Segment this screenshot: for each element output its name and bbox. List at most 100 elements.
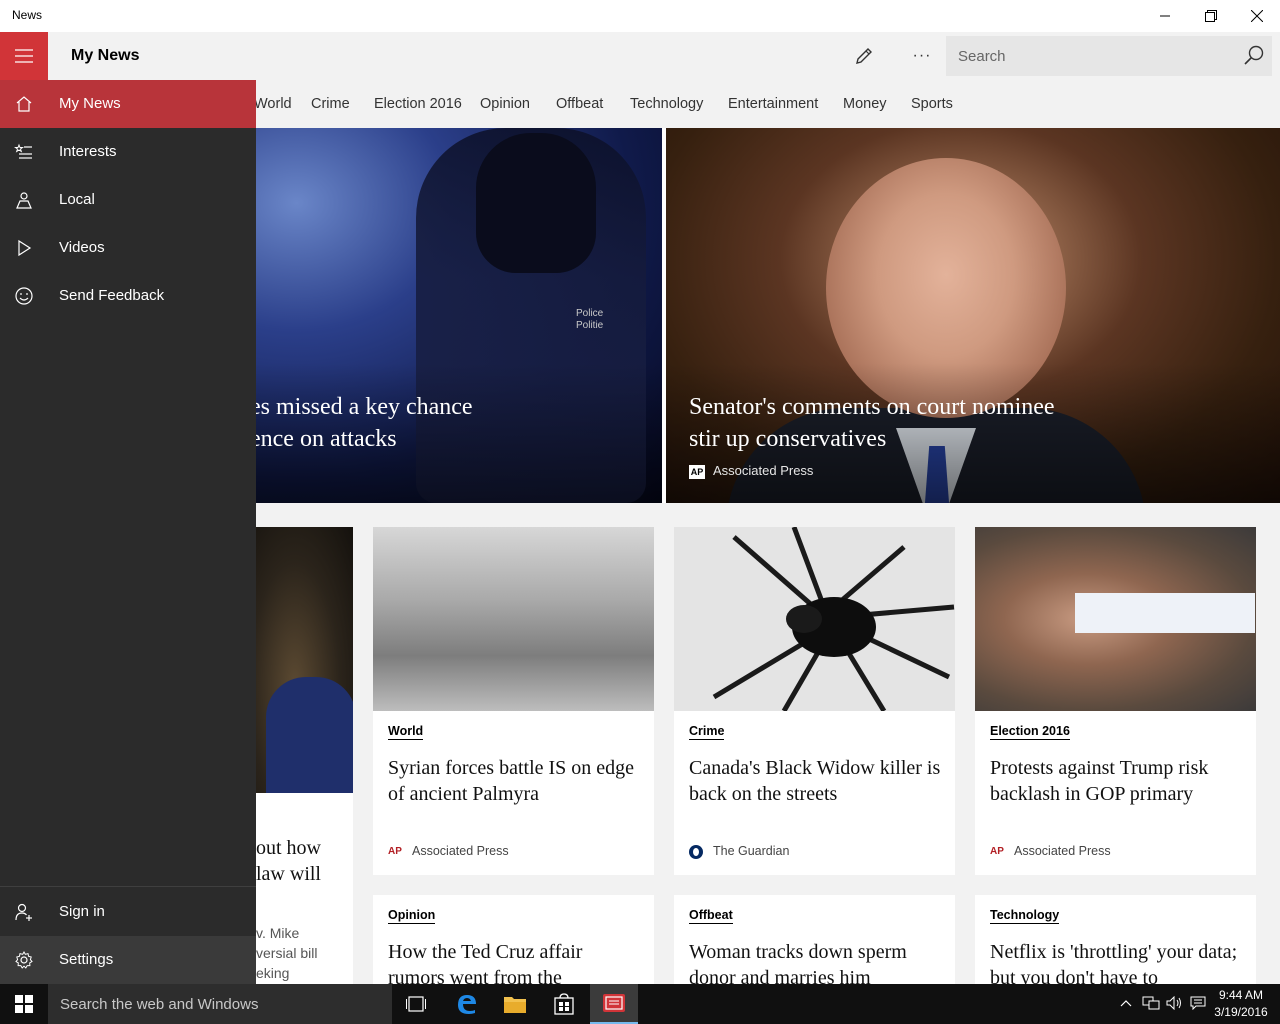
pencil-icon xyxy=(856,48,872,64)
edit-button[interactable] xyxy=(842,32,886,80)
clock-time: 9:44 AM xyxy=(1218,988,1264,1002)
task-view-button[interactable] xyxy=(392,984,440,1024)
chevron-up-icon xyxy=(1120,1000,1132,1007)
hamburger-icon xyxy=(15,49,33,63)
partial-story-card[interactable]: out how law will v. Mike versial bill ek… xyxy=(256,527,353,987)
tab-money[interactable]: Money xyxy=(843,96,887,112)
partial-body-line-1: v. Mike xyxy=(256,925,300,941)
story-card[interactable]: Opinion How the Ted Cruz affair rumors w… xyxy=(373,895,654,984)
story-category[interactable]: Election 2016 xyxy=(990,724,1070,740)
more-options-button[interactable]: ··· xyxy=(900,32,944,80)
search-icon xyxy=(1244,45,1264,65)
network-button[interactable] xyxy=(1142,996,1160,1013)
hamburger-button[interactable] xyxy=(0,32,48,80)
tab-world[interactable]: World xyxy=(254,96,292,112)
minimize-button[interactable] xyxy=(1142,0,1188,32)
ap-logo-icon: AP xyxy=(689,464,705,479)
tab-entertainment[interactable]: Entertainment xyxy=(728,96,818,112)
nav-divider xyxy=(0,886,256,887)
partial-story-title: out how law will xyxy=(256,835,353,887)
story-source: The Guardian xyxy=(689,844,789,859)
tab-sports[interactable]: Sports xyxy=(911,96,953,112)
minimize-icon xyxy=(1160,15,1170,17)
story-card[interactable]: World Syrian forces battle IS on edge of… xyxy=(373,527,654,875)
story-title: Syrian forces battle IS on edge of ancie… xyxy=(388,757,635,805)
partial-story-snippet: v. Mike versial bill eking xyxy=(256,923,353,983)
volume-button[interactable] xyxy=(1166,995,1184,1013)
hero-story-left[interactable]: Police Politie es missed a key chance en… xyxy=(256,128,662,503)
action-center-button[interactable] xyxy=(1190,996,1206,1013)
smiley-icon xyxy=(15,287,33,305)
window-title: News xyxy=(12,8,43,22)
nav-item-local[interactable]: Local xyxy=(0,176,256,224)
hero-left-headline-line-2: ence on attacks xyxy=(256,426,397,452)
restore-icon xyxy=(1205,10,1217,22)
hero-story-right[interactable]: Senator's comments on court nominee stir… xyxy=(666,128,1280,503)
taskbar-search-box[interactable]: Search the web and Windows xyxy=(48,984,392,1024)
start-button[interactable] xyxy=(0,984,48,1024)
add-user-icon xyxy=(15,903,32,921)
news-app-button[interactable] xyxy=(590,984,638,1024)
search-input[interactable] xyxy=(946,36,1236,76)
search-box xyxy=(946,36,1272,76)
gear-icon xyxy=(15,950,33,969)
nav-item-my-news[interactable]: My News xyxy=(0,80,256,128)
edge-icon xyxy=(458,995,476,1014)
hero-right-source-name: Associated Press xyxy=(713,463,814,478)
restore-button[interactable] xyxy=(1188,0,1234,32)
story-card[interactable]: Technology Netflix is 'throttling' your … xyxy=(975,895,1256,984)
folder-icon xyxy=(504,997,526,1013)
nav-item-send-feedback[interactable]: Send Feedback xyxy=(0,272,256,320)
nav-label: My News xyxy=(59,95,121,112)
police-line-1: Police xyxy=(576,308,604,319)
tab-opinion[interactable]: Opinion xyxy=(480,96,530,112)
story-category[interactable]: Offbeat xyxy=(689,908,733,924)
partial-body-line-2: versial bill xyxy=(256,945,318,961)
title-bar: News xyxy=(0,0,1280,32)
search-button[interactable] xyxy=(1242,44,1266,68)
story-title: How the Ted Cruz affair rumors went from… xyxy=(388,941,583,984)
edge-browser-button[interactable] xyxy=(443,984,491,1024)
story-card[interactable]: Crime Canada's Black Widow killer is bac… xyxy=(674,527,955,875)
story-category[interactable]: Technology xyxy=(990,908,1060,924)
story-source-name: Associated Press xyxy=(412,844,509,858)
tab-technology[interactable]: Technology xyxy=(630,96,703,112)
hero-left-headline-line-1: es missed a key chance xyxy=(256,394,473,420)
taskbar-clock[interactable]: 9:44 AM 3/19/2016 xyxy=(1208,987,1274,1021)
partial-title-line-2: law will xyxy=(256,863,321,885)
tab-offbeat[interactable]: Offbeat xyxy=(556,96,603,112)
interests-icon xyxy=(14,143,32,159)
nav-item-settings[interactable]: Settings xyxy=(0,936,256,984)
story-title: Netflix is 'throttling' your data; but y… xyxy=(990,941,1238,984)
story-source: AP Associated Press xyxy=(990,844,1111,858)
nav-item-interests[interactable]: Interests xyxy=(0,128,256,176)
guardian-logo-icon xyxy=(689,844,703,859)
close-button[interactable] xyxy=(1234,0,1280,32)
tab-crime[interactable]: Crime xyxy=(311,96,350,112)
show-hidden-icons-button[interactable] xyxy=(1120,996,1132,1011)
nav-item-sign-in[interactable]: Sign in xyxy=(0,888,256,936)
ap-logo-icon: AP xyxy=(388,845,402,857)
story-card[interactable]: Election 2016 Protests against Trump ris… xyxy=(975,527,1256,875)
nav-label: Sign in xyxy=(59,903,105,920)
tab-election-2016[interactable]: Election 2016 xyxy=(374,96,462,112)
news-app-icon xyxy=(603,994,625,1012)
hero-right-headline: Senator's comments on court nominee stir… xyxy=(689,391,1055,455)
hero-right-source: AP Associated Press xyxy=(689,463,813,479)
officer-head xyxy=(476,133,596,273)
story-image-spider xyxy=(674,527,955,713)
story-title: Canada's Black Widow killer is back on t… xyxy=(689,757,941,805)
story-category[interactable]: Crime xyxy=(689,724,725,740)
windows-logo-icon xyxy=(15,995,33,1013)
file-explorer-button[interactable] xyxy=(491,984,539,1024)
nav-item-videos[interactable]: Videos xyxy=(0,224,256,272)
police-badge-text: Police Politie xyxy=(576,308,603,332)
story-category[interactable]: Opinion xyxy=(388,908,436,924)
play-icon xyxy=(18,239,32,257)
story-source: AP Associated Press xyxy=(388,844,509,858)
local-icon xyxy=(16,192,32,209)
story-category[interactable]: World xyxy=(388,724,424,740)
nav-label: Send Feedback xyxy=(59,287,165,304)
story-card[interactable]: Offbeat Woman tracks down sperm donor an… xyxy=(674,895,955,984)
store-button[interactable] xyxy=(540,984,588,1024)
